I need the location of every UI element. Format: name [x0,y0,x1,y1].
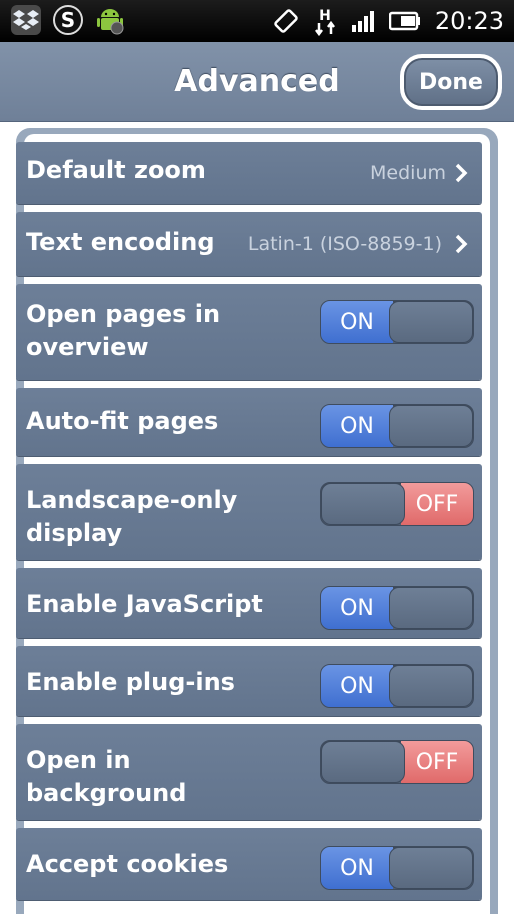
setting-open-pages-in-overview[interactable]: Open pages in overview ON [16,284,482,380]
svg-text:S: S [61,8,75,32]
setting-label-line2: overview [26,333,149,361]
toggle-state: ON [321,405,393,447]
setting-value: Latin-1 (ISO-8859-1) [247,233,442,255]
setting-accept-cookies[interactable]: Accept cookies ON [16,828,482,900]
setting-enable-plug-ins[interactable]: Enable plug-ins ON [16,646,482,716]
toggle-knob [389,301,473,343]
battery-icon [388,11,420,31]
android-debug-icon [97,9,124,35]
setting-label: Enable plug-ins [26,668,235,696]
data-transfer-icon: H [314,8,335,36]
toggle-switch[interactable]: ON [320,404,474,448]
notification-area: S [10,4,126,36]
done-button[interactable]: Done [400,54,502,110]
toggle-knob [389,665,473,707]
toggle-knob [321,483,405,525]
svg-text:H: H [319,8,331,24]
setting-open-in-background[interactable]: Open in background OFF [16,724,482,820]
setting-label: Text encoding [26,228,215,256]
setting-default-zoom[interactable]: Default zoom Medium [16,142,482,204]
toggle-switch[interactable]: ON [320,664,474,708]
toggle-switch[interactable]: ON [320,586,474,630]
toggle-switch[interactable]: ON [320,300,474,344]
setting-value: Medium [370,162,446,184]
setting-label-line1: Open in [26,746,131,774]
setting-text-encoding[interactable]: Text encoding Latin-1 (ISO-8859-1) [16,212,482,276]
clock: 20:23 [434,7,504,35]
toggle-knob [389,587,473,629]
setting-label-line1: Open pages in [26,300,221,328]
toggle-switch[interactable]: OFF [320,740,474,784]
toggle-state: ON [321,301,393,343]
setting-enable-javascript[interactable]: Enable JavaScript ON [16,568,482,638]
toggle-state: ON [321,847,393,889]
toggle-switch[interactable]: OFF [320,482,474,526]
setting-label-line2: display [26,519,123,547]
toggle-state: OFF [401,483,473,525]
setting-landscape-only-display[interactable]: Landscape-only display OFF [16,464,482,560]
chevron-right-icon [455,163,468,183]
setting-label-line2: background [26,779,187,807]
setting-label-line1: Landscape-only [26,486,238,514]
setting-label: Default zoom [26,156,206,184]
setting-label: Auto-fit pages [26,407,219,435]
toggle-switch[interactable]: ON [320,846,474,890]
skype-icon: S [53,5,83,35]
signal-icon [351,11,374,32]
status-bar: S H 20:23 [0,0,514,42]
chevron-right-icon [455,234,468,254]
rotation-icon [274,9,298,33]
toggle-knob [389,405,473,447]
system-status-area: H 20:23 [273,0,504,42]
toggle-knob [389,847,473,889]
toggle-state: ON [321,665,393,707]
setting-label: Accept cookies [26,850,229,878]
setting-auto-fit-pages[interactable]: Auto-fit pages ON [16,388,482,456]
title-bar: Advanced Done [0,42,514,122]
setting-label: Enable JavaScript [26,590,263,618]
dropbox-icon [11,5,41,35]
toggle-state: ON [321,587,393,629]
toggle-state: OFF [401,741,473,783]
toggle-knob [321,741,405,783]
